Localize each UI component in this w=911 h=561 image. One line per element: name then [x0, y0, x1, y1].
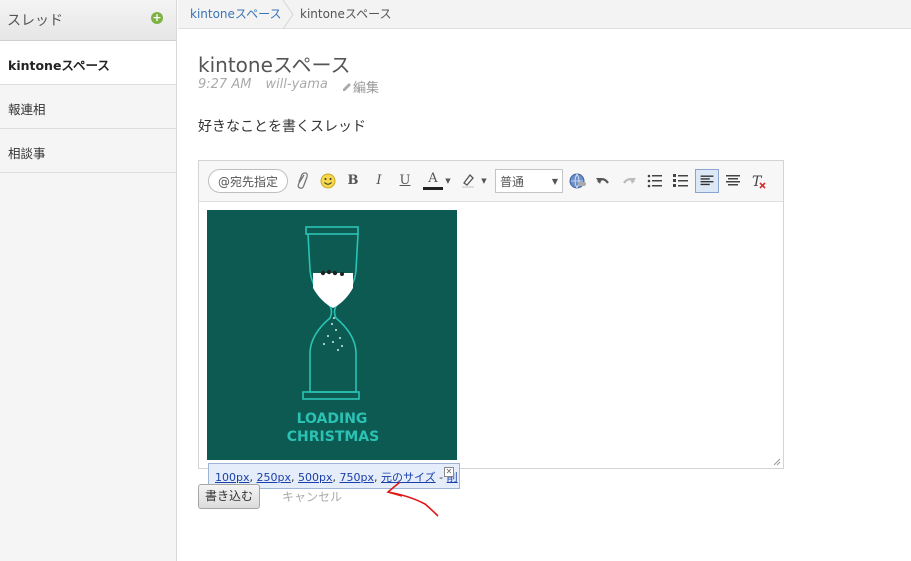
undo-icon[interactable] — [594, 169, 612, 193]
sidebar-item-label: kintoneスペース — [8, 58, 110, 73]
align-left-icon[interactable] — [695, 169, 719, 193]
format-select[interactable]: 普通 ▼ — [495, 169, 563, 193]
font-color-icon[interactable]: A — [423, 169, 443, 190]
breadcrumb-current: kintoneスペース — [300, 7, 392, 21]
paperclip-icon[interactable] — [294, 169, 310, 193]
sidebar-item-consult[interactable]: 相談事 — [0, 129, 176, 173]
breadcrumb-separator-icon — [282, 0, 294, 29]
bold-icon[interactable]: B — [345, 169, 361, 193]
sidebar-item-label: 報連相 — [8, 102, 46, 117]
sidebar-title: スレッド — [7, 13, 63, 29]
align-center-icon[interactable] — [724, 169, 742, 193]
link-icon[interactable] — [567, 169, 587, 193]
rich-text-editor[interactable]: @宛先指定 B I U A ▼ ▼ 普通 ▼ T LOADING CHRISTM… — [198, 160, 784, 469]
size-250-link[interactable]: 250px — [257, 471, 292, 484]
sidebar-item-label: 相談事 — [8, 146, 46, 161]
clear-format-icon[interactable]: T — [750, 169, 768, 193]
format-select-value: 普通 — [500, 175, 525, 189]
underline-icon[interactable]: U — [397, 169, 413, 193]
resize-handle-icon[interactable] — [771, 456, 781, 466]
italic-icon[interactable]: I — [371, 169, 387, 193]
embedded-image[interactable]: LOADING CHRISTMAS — [207, 210, 457, 460]
chevron-down-icon[interactable]: ▼ — [444, 169, 452, 193]
sidebar-item-report[interactable]: 報連相 — [0, 85, 176, 129]
edit-link[interactable]: 編集 — [341, 77, 379, 96]
highlight-icon[interactable] — [459, 169, 477, 193]
annotation-arrow-icon — [386, 481, 439, 517]
bullet-list-icon[interactable] — [646, 169, 664, 193]
image-text-line1: LOADING — [297, 411, 368, 427]
numbered-list-icon[interactable] — [672, 169, 690, 193]
image-text-line2: CHRISTMAS — [287, 429, 379, 445]
size-500-link[interactable]: 500px — [298, 471, 333, 484]
sidebar: スレッド + kintoneスペース 報連相 相談事 — [0, 0, 177, 561]
cancel-button[interactable]: キャンセル — [282, 488, 342, 505]
plus-circle-icon[interactable]: + — [151, 12, 163, 24]
post-time: 9:27 AM — [198, 77, 252, 92]
breadcrumb-link-space[interactable]: kintoneスペース — [190, 5, 281, 22]
close-icon[interactable]: ✕ — [444, 467, 454, 477]
sidebar-header: スレッド + — [0, 0, 176, 41]
thread-title: kintoneスペース — [198, 53, 351, 77]
breadcrumb: kintoneスペース kintoneスペース — [178, 0, 911, 29]
pencil-icon — [343, 83, 351, 91]
redo-icon[interactable] — [620, 169, 638, 193]
submit-button[interactable]: 書き込む — [198, 484, 260, 509]
sidebar-item-kintone-space[interactable]: kintoneスペース — [0, 41, 176, 85]
thread-meta: 9:27 AM will-yama — [198, 77, 328, 92]
post-author[interactable]: will-yama — [265, 77, 327, 92]
size-750-link[interactable]: 750px — [340, 471, 375, 484]
emoji-icon[interactable] — [319, 169, 337, 193]
edit-label: 編集 — [353, 81, 380, 96]
chevron-down-icon: ▼ — [551, 177, 558, 186]
mention-button[interactable]: @宛先指定 — [208, 169, 288, 193]
chevron-down-icon[interactable]: ▼ — [480, 169, 488, 193]
size-100-link[interactable]: 100px — [215, 471, 250, 484]
thread-body: 好きなことを書くスレッド — [198, 119, 366, 135]
editor-toolbar: @宛先指定 B I U A ▼ ▼ 普通 ▼ T — [199, 161, 783, 202]
